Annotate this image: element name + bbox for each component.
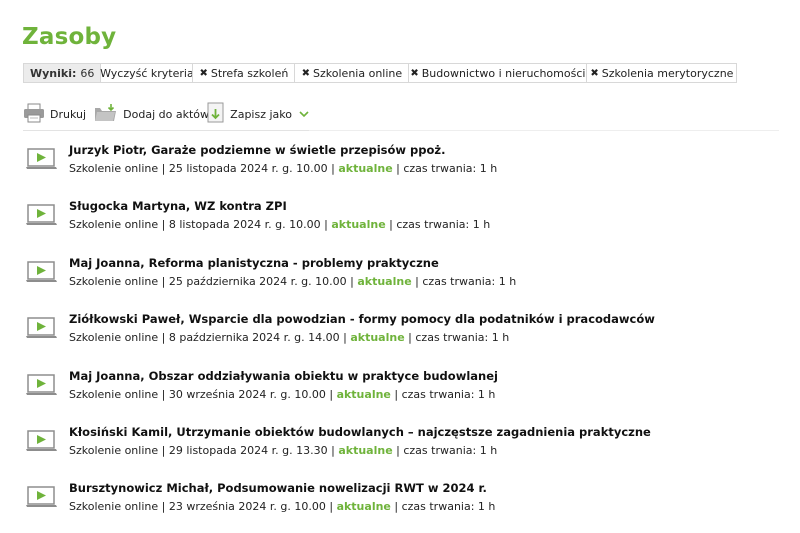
video-play-icon[interactable] [26, 148, 58, 174]
video-play-icon[interactable] [26, 204, 58, 230]
list-item: Maj Joanna, Reforma planistyczna - probl… [26, 253, 786, 309]
print-label: Drukuj [50, 107, 87, 121]
filter-chip-strefa-szkolen[interactable]: ✖ Strefa szkoleń [192, 63, 296, 83]
item-date: 23 września 2024 r. g. 10.00 [168, 500, 326, 514]
item-type: Szkolenie online [69, 162, 159, 175]
item-date: 8 października 2024 r. g. 14.00 [168, 331, 340, 345]
save-as-label: Zapisz jako [230, 107, 292, 121]
filter-chip-label: Szkolenia merytoryczne [601, 66, 734, 80]
list-item: Bursztynowicz Michał, Podsumowanie nowel… [26, 478, 786, 533]
item-meta: Szkolenie online | 8 listopada 2024 r. g… [69, 218, 491, 232]
item-type: Szkolenie online [69, 331, 159, 345]
filter-chip-label: Strefa szkoleń [210, 66, 289, 80]
filter-chip-label: Szkolenia online [313, 66, 403, 80]
item-meta: Szkolenie online | 30 września 2024 r. g… [69, 387, 496, 401]
results-list: Jurzyk Piotr, Garaże podziemne w świetle… [26, 140, 786, 533]
item-type: Szkolenie online [69, 500, 159, 514]
status-badge: aktualne [338, 443, 393, 457]
item-duration: czas trwania: 1 h [396, 218, 491, 232]
item-type: Szkolenie online [69, 218, 159, 232]
item-type: Szkolenie online [69, 387, 159, 401]
printer-icon [23, 103, 45, 126]
results-count-badge: Wyniki: 66 [23, 63, 102, 83]
list-item: Sługocka Martyna, WZ kontra ZPI Szkoleni… [26, 196, 786, 252]
item-title-link[interactable]: Sługocka Martyna, WZ kontra ZPI [69, 199, 287, 213]
item-title-link[interactable]: Ziółkowski Paweł, Wsparcie dla powodzian… [69, 312, 655, 326]
status-badge: aktualne [331, 218, 386, 232]
item-meta: Szkolenie online | 29 listopada 2024 r. … [69, 443, 498, 457]
video-play-icon[interactable] [26, 430, 58, 456]
toolbar: Drukuj Dodaj do aktówki Zapisz jako [23, 98, 309, 131]
video-play-icon[interactable] [26, 486, 58, 512]
remove-filter-icon[interactable]: ✖ [199, 68, 207, 79]
print-button[interactable]: Drukuj [23, 99, 94, 129]
filter-chip-budownictwo[interactable]: ✖ Budownictwo i nieruchomości [408, 63, 588, 83]
filter-chip-szkolenia-merytoryczne[interactable]: ✖ Szkolenia merytoryczne [586, 63, 738, 83]
item-meta: Szkolenie online | 25 października 2024 … [69, 274, 517, 288]
item-duration: czas trwania: 1 h [403, 162, 498, 175]
item-duration: czas trwania: 1 h [401, 500, 496, 514]
remove-filter-icon[interactable]: ✖ [590, 68, 598, 79]
item-title-link[interactable]: Jurzyk Piotr, Garaże podziemne w świetle… [69, 143, 445, 157]
remove-filter-icon[interactable]: ✖ [302, 68, 310, 79]
briefcase-label: Dodaj do aktówki [123, 107, 219, 121]
item-title-link[interactable]: Kłosiński Kamil, Utrzymanie obiektów bud… [69, 425, 651, 439]
item-duration: czas trwania: 1 h [403, 443, 498, 457]
clear-criteria-label: Wyczyść kryteria [100, 66, 194, 80]
page-title: Zasoby [22, 24, 117, 50]
item-meta: Szkolenie online | 8 października 2024 r… [69, 331, 510, 345]
item-title-link[interactable]: Maj Joanna, Reforma planistyczna - probl… [69, 256, 439, 270]
save-as-dropdown[interactable]: Zapisz jako [207, 99, 309, 129]
video-play-icon[interactable] [26, 261, 58, 287]
item-date: 30 września 2024 r. g. 10.00 [168, 387, 326, 401]
item-meta: Szkolenie online | 23 września 2024 r. g… [69, 500, 496, 514]
video-play-icon[interactable] [26, 373, 58, 400]
item-meta: Szkolenie online | 25 listopada 2024 r. … [69, 162, 498, 175]
status-badge: aktualne [357, 274, 412, 288]
item-duration: czas trwania: 1 h [422, 274, 517, 288]
filter-chip-szkolenia-online[interactable]: ✖ Szkolenia online [294, 63, 410, 83]
filter-chip-label: Budownictwo i nieruchomości [421, 66, 586, 80]
filter-bar: Wyniki: 66 Wyczyść kryteria ✖ Strefa szk… [23, 63, 738, 83]
list-item: Kłosiński Kamil, Utrzymanie obiektów bud… [26, 422, 786, 478]
results-count: 66 [80, 66, 95, 80]
item-date: 25 listopada 2024 r. g. 10.00 [168, 162, 328, 175]
list-item: Jurzyk Piotr, Garaże podziemne w świetle… [26, 140, 786, 196]
folder-icon [94, 103, 118, 126]
item-duration: czas trwania: 1 h [415, 331, 510, 345]
save-document-icon [207, 102, 225, 127]
item-title-link[interactable]: Bursztynowicz Michał, Podsumowanie nowel… [69, 481, 487, 495]
remove-filter-icon[interactable]: ✖ [410, 68, 418, 79]
chevron-down-icon [299, 108, 309, 121]
page: Zasoby Wyniki: 66 Wyczyść kryteria ✖ Str… [0, 0, 800, 533]
item-type: Szkolenie online [69, 443, 159, 457]
item-date: 25 października 2024 r. g. 10.00 [168, 274, 347, 288]
clear-criteria-button[interactable]: Wyczyść kryteria [100, 63, 194, 83]
toolbar-divider [309, 130, 779, 131]
item-date: 29 listopada 2024 r. g. 13.30 [168, 443, 328, 457]
video-play-icon[interactable] [26, 317, 58, 343]
list-item: Ziółkowski Paweł, Wsparcie dla powodzian… [26, 309, 786, 365]
status-badge: aktualne [336, 500, 391, 514]
item-date: 8 listopada 2024 r. g. 10.00 [168, 218, 321, 232]
status-badge: aktualne [338, 162, 393, 175]
status-badge: aktualne [336, 387, 391, 401]
results-label: Wyniki: [30, 66, 77, 80]
status-badge: aktualne [350, 331, 405, 345]
item-type: Szkolenie online [69, 274, 159, 288]
list-item: Maj Joanna, Obszar oddziaływania obiektu… [26, 366, 786, 422]
item-duration: czas trwania: 1 h [401, 387, 496, 401]
add-to-briefcase-button[interactable]: Dodaj do aktówki [94, 99, 218, 129]
item-title-link[interactable]: Maj Joanna, Obszar oddziaływania obiektu… [69, 369, 498, 383]
